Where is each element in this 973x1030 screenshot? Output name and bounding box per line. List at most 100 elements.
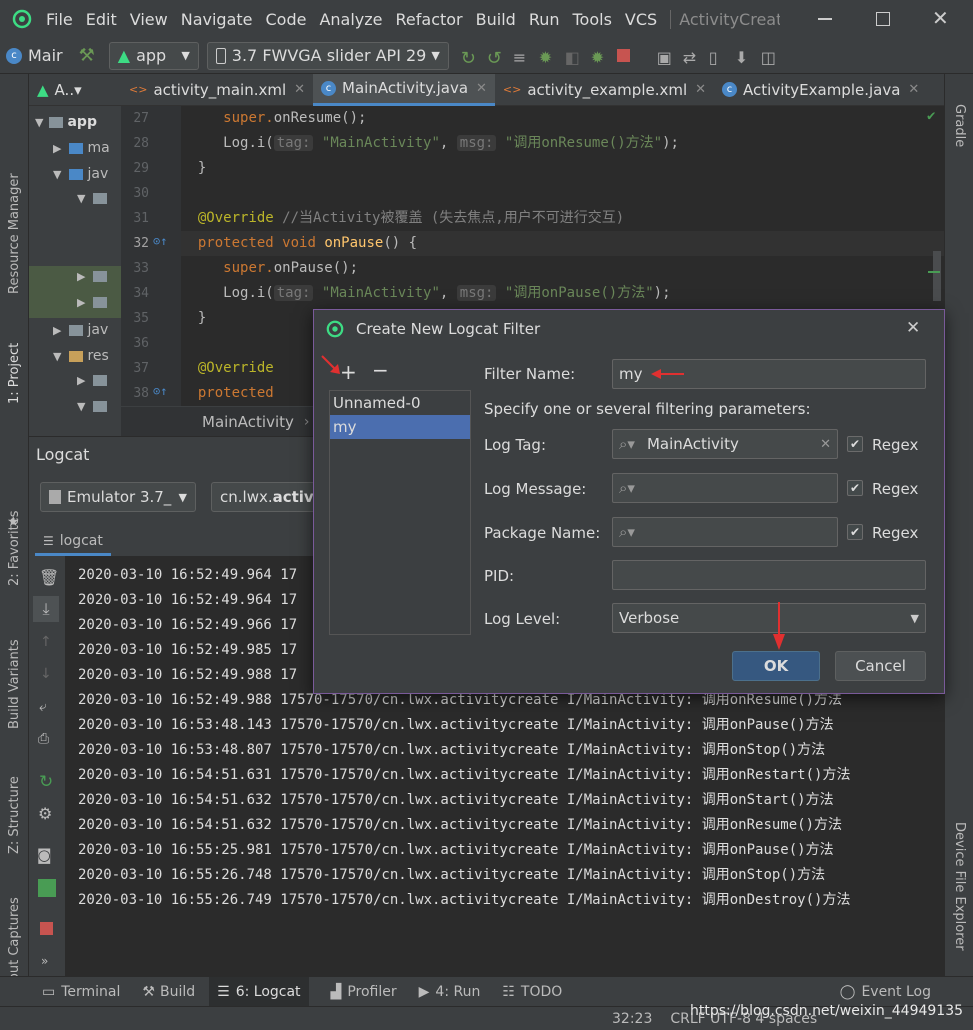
package-name-regex-checkbox[interactable]: ✔: [847, 524, 863, 540]
scroll-to-end-icon[interactable]: ⤓: [33, 596, 59, 622]
tree-item-manifests[interactable]: ▶ ma: [53, 140, 110, 156]
close-dialog-icon[interactable]: ✕: [906, 318, 920, 338]
project-selector[interactable]: c Mair: [6, 46, 63, 65]
ok-button[interactable]: OK: [732, 651, 820, 681]
debug-icon[interactable]: ✹: [539, 48, 555, 67]
apply-code-changes-icon[interactable]: ↺: [487, 48, 503, 69]
project-structure-icon[interactable]: ◫: [761, 48, 777, 67]
breadcrumb-item[interactable]: MainActivity: [202, 413, 294, 431]
tab-event-log[interactable]: ◯ Event Log: [840, 984, 931, 1000]
package-name-field[interactable]: ⌕▾: [612, 517, 838, 547]
tree-item-java-generated[interactable]: ▶ jav: [53, 322, 108, 338]
filter-name-field[interactable]: my: [612, 359, 926, 389]
up-icon[interactable]: ↑: [40, 634, 52, 650]
tree-item-res-folder-2[interactable]: ▼: [77, 400, 108, 413]
device-file-explorer-tab[interactable]: Device File Explorer: [952, 822, 967, 951]
menu-file[interactable]: File: [46, 10, 73, 29]
clear-log-icon[interactable]: 🗑: [39, 568, 59, 587]
sync-icon[interactable]: ⇄: [683, 48, 699, 67]
filter-list-item-selected[interactable]: my: [330, 415, 470, 439]
avd-manager-icon[interactable]: ▣: [657, 48, 673, 67]
hammer-icon[interactable]: ⚒: [79, 45, 95, 66]
tree-item-package[interactable]: ▼: [77, 192, 108, 205]
soft-wrap-icon[interactable]: ⤶: [39, 699, 47, 715]
menu-build[interactable]: Build: [476, 10, 516, 29]
tab-activity-example-java[interactable]: c ActivityExample.java ✕: [714, 74, 927, 106]
close-tab-icon[interactable]: ✕: [908, 82, 919, 97]
device-dropdown[interactable]: 3.7 FWVGA slider API 29 ▼: [206, 41, 449, 70]
module-dropdown[interactable]: ▲ app ▼: [108, 41, 199, 70]
device-manager-icon[interactable]: ▯: [709, 48, 725, 67]
log-message-regex-checkbox[interactable]: ✔: [847, 480, 863, 496]
print-icon[interactable]: ⎙: [38, 731, 49, 747]
project-view-dropdown[interactable]: ▲ A..▾: [29, 74, 121, 106]
filter-list-item[interactable]: Unnamed-0: [330, 391, 470, 415]
log-tag-field[interactable]: ⌕▾ MainActivity ✕: [612, 429, 838, 459]
menu-tools[interactable]: Tools: [573, 10, 612, 29]
resource-manager-tab[interactable]: Resource Manager: [7, 173, 22, 294]
editor-scrollbar[interactable]: [933, 251, 941, 301]
tab-build[interactable]: ⚒ Build: [142, 984, 195, 1000]
stop-icon[interactable]: [40, 922, 53, 935]
more-icon[interactable]: »: [41, 954, 48, 968]
minimize-icon[interactable]: [818, 18, 832, 20]
tree-item-app[interactable]: ▼ app: [35, 114, 97, 130]
menu-edit[interactable]: Edit: [86, 10, 117, 29]
restart-icon[interactable]: ↻: [39, 772, 53, 792]
tree-item-res[interactable]: ▼ res: [53, 348, 109, 364]
menu-view[interactable]: View: [130, 10, 168, 29]
menu-navigate[interactable]: Navigate: [181, 10, 253, 29]
close-tab-icon[interactable]: ✕: [476, 81, 487, 96]
tab-profiler[interactable]: ▟ Profiler: [331, 984, 397, 1000]
down-icon[interactable]: ↓: [40, 666, 52, 682]
menu-code[interactable]: Code: [266, 10, 307, 29]
project-tool-tab[interactable]: 1: Project: [7, 343, 22, 404]
apply-changes-icon[interactable]: ↻: [461, 48, 477, 69]
menu-vcs[interactable]: VCS: [625, 10, 657, 29]
remove-filter-icon[interactable]: −: [372, 358, 389, 382]
screen-record-icon[interactable]: [38, 879, 56, 897]
override-marker-icon[interactable]: ⊙↑: [153, 234, 167, 248]
cancel-button[interactable]: Cancel: [835, 651, 926, 681]
device-selector[interactable]: Emulator 3.7_ ▼: [40, 482, 196, 512]
tree-item-package-3[interactable]: ▶: [77, 296, 108, 309]
attach-debugger-icon[interactable]: ✹: [591, 48, 607, 67]
tab-todo[interactable]: ☷ TODO: [502, 984, 562, 1000]
cursor-position[interactable]: 32:23: [612, 1011, 652, 1027]
menu-run[interactable]: Run: [529, 10, 560, 29]
expand-arrow-icon: ▼: [35, 115, 44, 129]
run-config-icon[interactable]: ≡: [513, 48, 529, 67]
sdk-manager-icon[interactable]: ⬇: [735, 48, 751, 67]
log-message-field[interactable]: ⌕▾: [612, 473, 838, 503]
log-tag-regex-checkbox[interactable]: ✔: [847, 436, 863, 452]
screen-capture-icon[interactable]: ◙: [37, 846, 52, 864]
stop-icon[interactable]: [616, 49, 630, 62]
override-marker-icon[interactable]: ⊙↑: [153, 384, 167, 398]
tab-activity-example-xml[interactable]: <> activity_example.xml ✕: [495, 74, 714, 106]
log-level-dropdown[interactable]: Verbose ▼: [612, 603, 926, 633]
menu-refactor[interactable]: Refactor: [396, 10, 463, 29]
tree-item-package-2[interactable]: ▶: [77, 270, 108, 283]
settings-icon[interactable]: ⚙: [38, 804, 52, 823]
tree-item-java[interactable]: ▼ jav: [53, 166, 108, 182]
tab-activity-main-xml[interactable]: <> activity_main.xml ✕: [121, 74, 313, 106]
gradle-tab[interactable]: Gradle: [952, 104, 967, 147]
menu-analyze[interactable]: Analyze: [319, 10, 382, 29]
tab-terminal[interactable]: ▭ Terminal: [42, 984, 120, 1000]
tab-logcat[interactable]: ☰ 6: Logcat: [209, 976, 309, 1007]
tab-run[interactable]: ▶ 4: Run: [419, 984, 481, 1000]
pid-field[interactable]: [612, 560, 926, 590]
add-filter-icon[interactable]: +: [340, 360, 357, 384]
code-line: @Override //当Activity被覆盖 (失去焦点,用户不可进行交互): [197, 210, 625, 226]
structure-tab[interactable]: Z: Structure: [7, 776, 22, 854]
profile-icon[interactable]: ◧: [565, 48, 581, 67]
maximize-icon[interactable]: [876, 12, 890, 26]
close-tab-icon[interactable]: ✕: [695, 82, 706, 97]
tree-item-res-folder[interactable]: ▶: [77, 374, 108, 387]
clear-field-icon[interactable]: ✕: [820, 437, 831, 452]
tab-main-activity-java[interactable]: c MainActivity.java ✕: [313, 73, 495, 106]
logcat-subtab[interactable]: ☰ logcat: [35, 528, 111, 556]
close-tab-icon[interactable]: ✕: [294, 82, 305, 97]
close-window-icon[interactable]: ✕: [932, 6, 949, 30]
build-variants-tab[interactable]: Build Variants: [7, 639, 22, 729]
